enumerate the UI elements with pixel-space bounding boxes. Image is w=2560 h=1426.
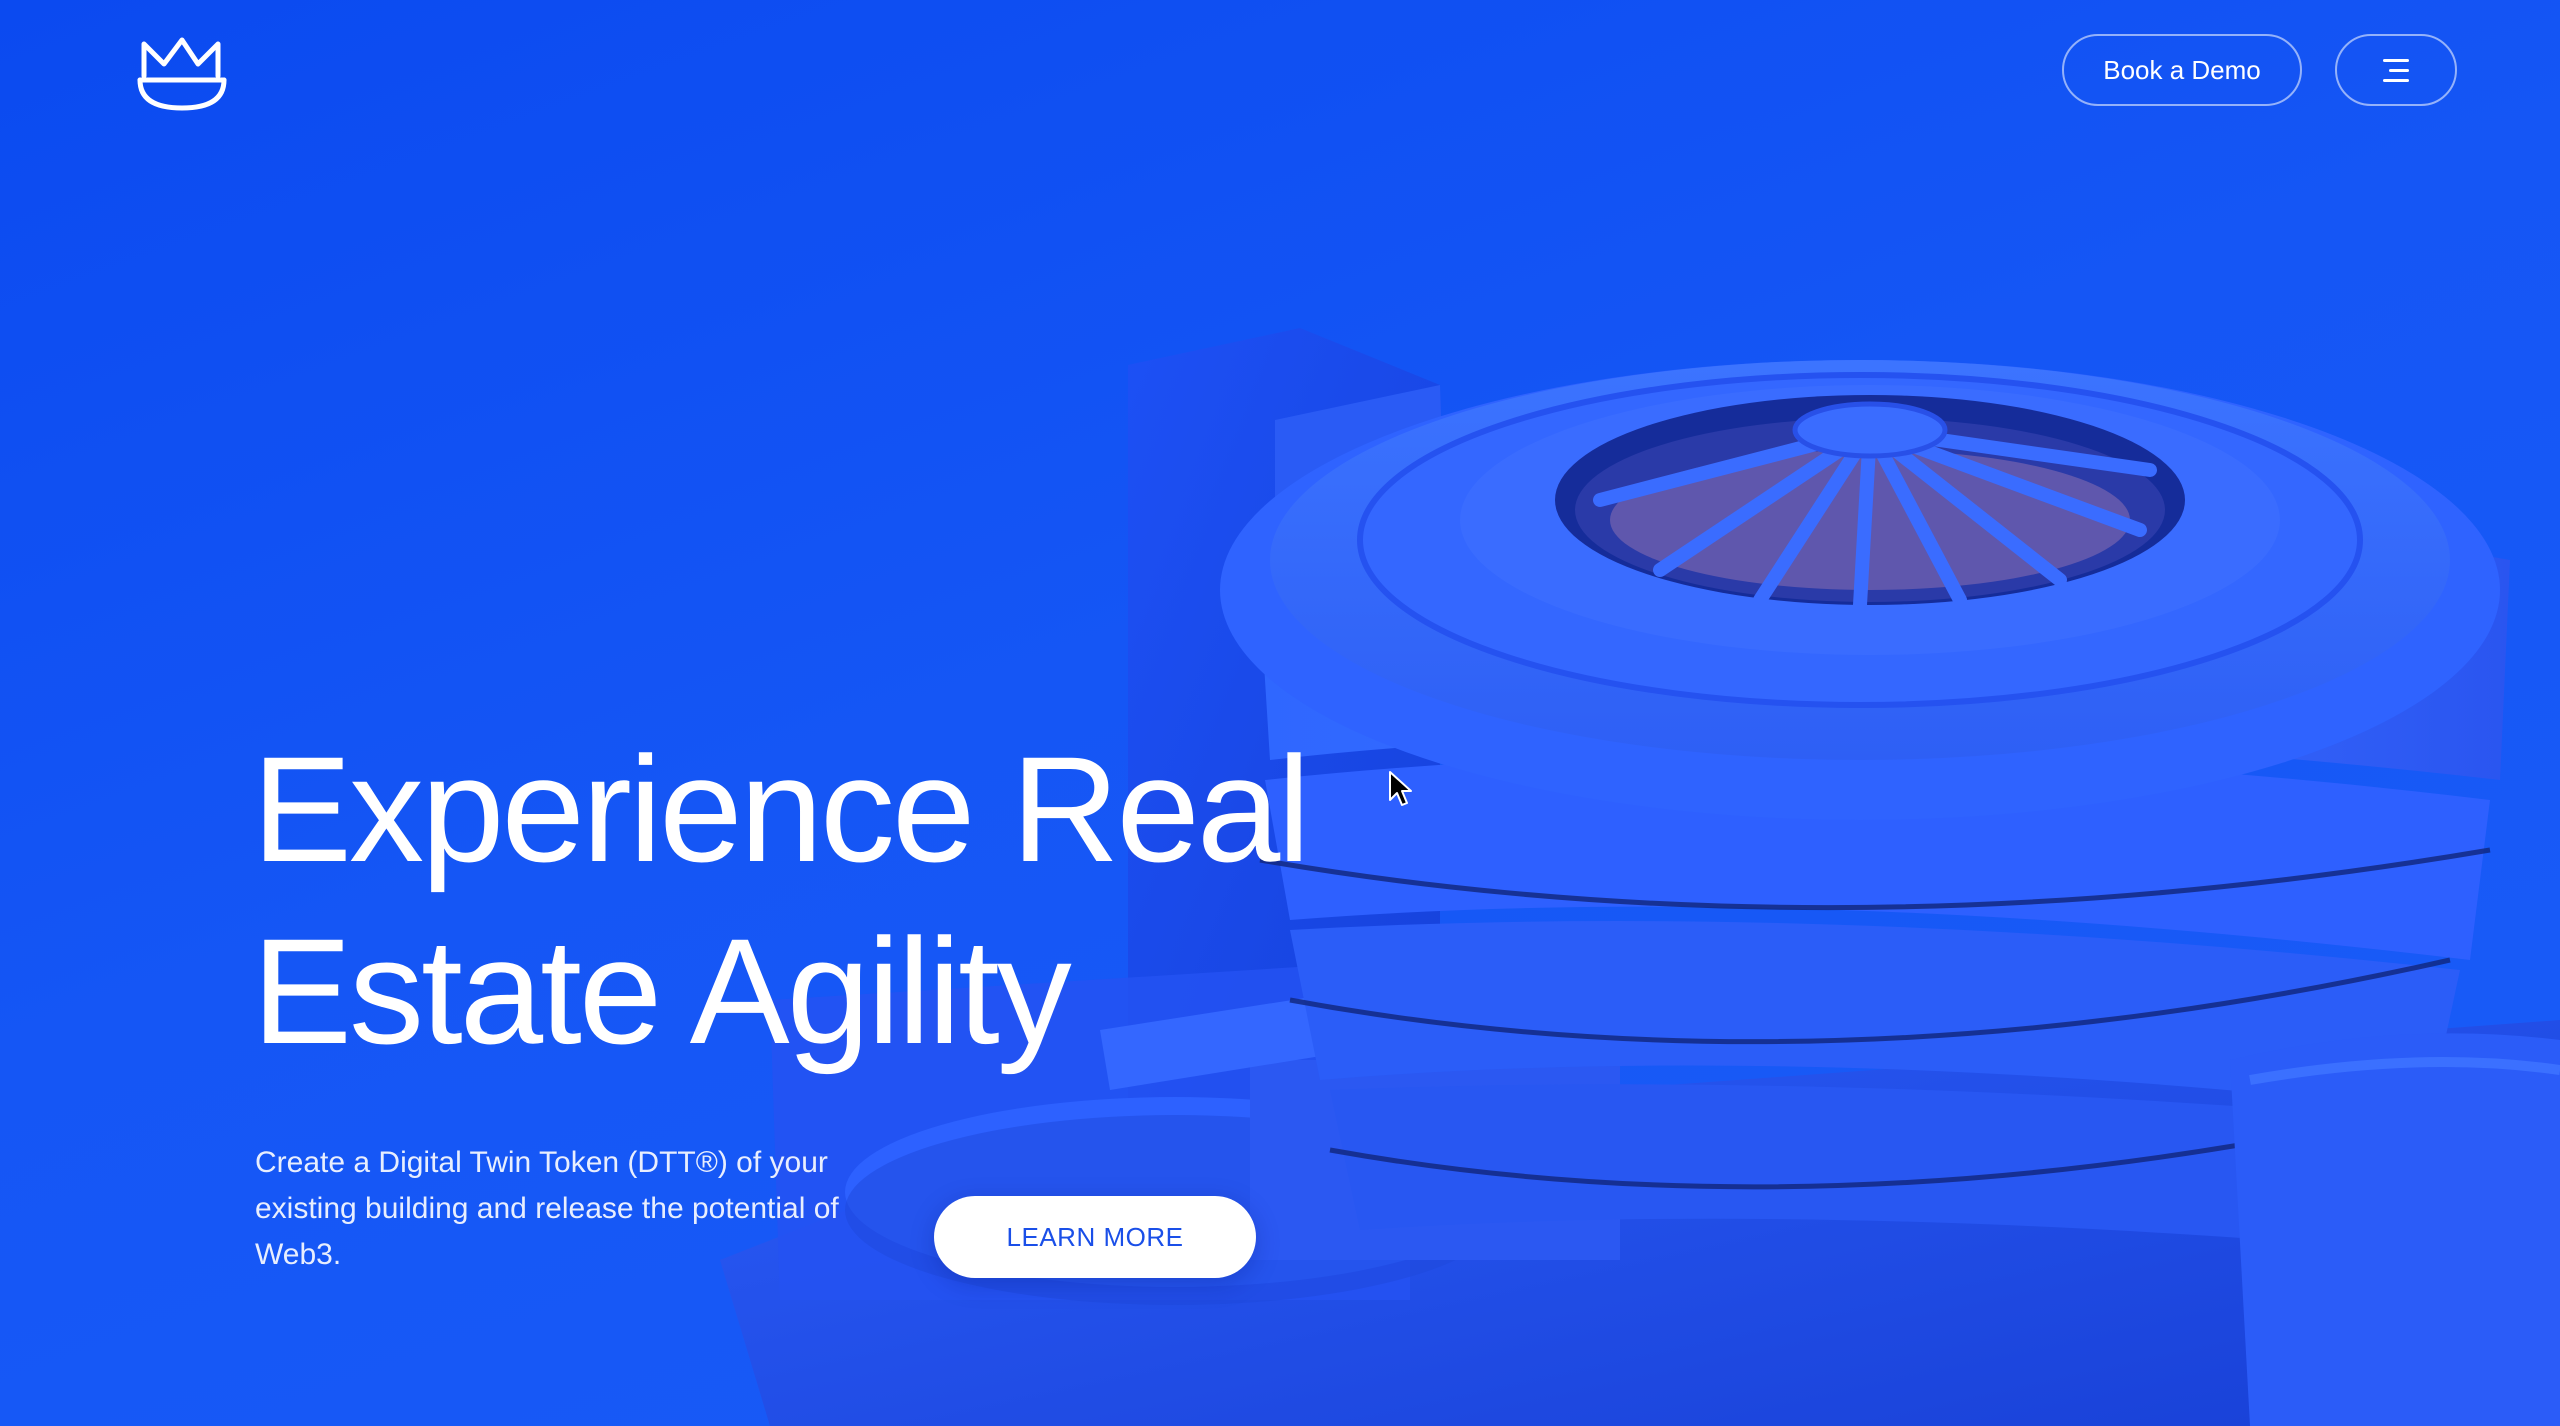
hero-description: Create a Digital Twin Token (DTT®) of yo… bbox=[255, 1146, 839, 1271]
headline-line-2: Estate Agility bbox=[252, 907, 1072, 1075]
book-demo-button[interactable]: Book a Demo bbox=[2062, 34, 2302, 106]
hero-headline: Experience Real Estate Agility bbox=[252, 718, 1352, 1082]
header-actions: Book a Demo bbox=[2062, 34, 2457, 106]
hamburger-menu-icon bbox=[2381, 58, 2411, 82]
menu-button[interactable] bbox=[2335, 34, 2457, 106]
mouse-cursor-icon bbox=[1389, 771, 1412, 806]
learn-more-button[interactable]: LEARN MORE bbox=[934, 1196, 1256, 1278]
cat-m-logo-icon[interactable] bbox=[136, 30, 228, 114]
headline-line-1: Experience Real bbox=[252, 725, 1311, 893]
